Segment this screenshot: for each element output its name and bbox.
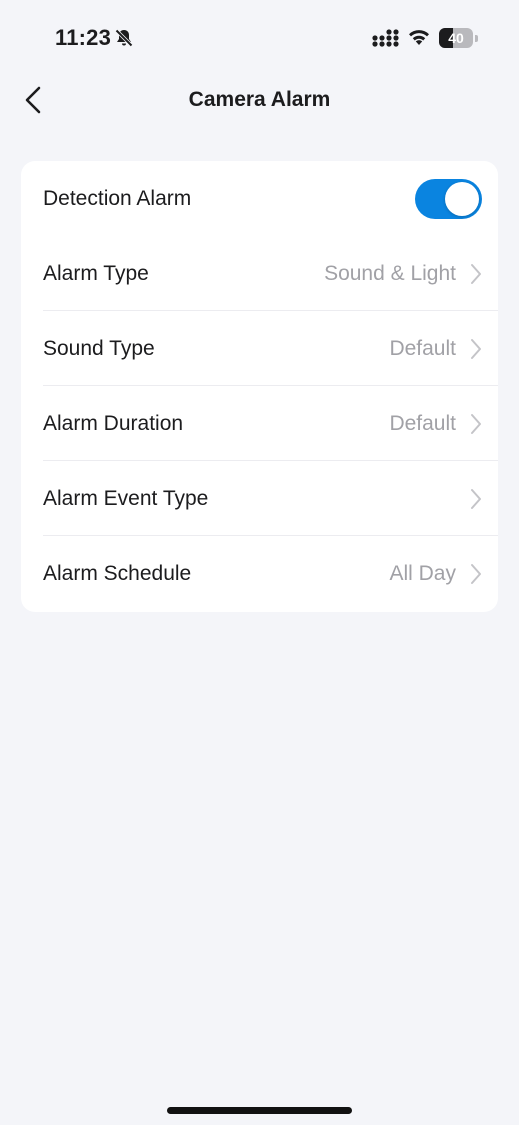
status-bar: 11:23 40 xyxy=(0,0,519,70)
status-time: 11:23 xyxy=(55,25,112,50)
bell-slash-icon xyxy=(114,28,134,48)
sound-type-label: Sound Type xyxy=(43,337,155,360)
alarm-event-type-label: Alarm Event Type xyxy=(43,487,209,510)
detection-alarm-row: Detection Alarm xyxy=(21,161,498,236)
home-indicator[interactable] xyxy=(167,1107,352,1114)
alarm-duration-row[interactable]: Alarm Duration Default xyxy=(21,386,498,461)
alarm-type-label: Alarm Type xyxy=(43,262,149,285)
alarm-event-type-row[interactable]: Alarm Event Type xyxy=(21,461,498,536)
signal-icon xyxy=(372,29,399,47)
alarm-duration-value: Default xyxy=(389,412,456,435)
wifi-icon xyxy=(409,30,429,45)
sound-type-row[interactable]: Sound Type Default xyxy=(21,311,498,386)
alarm-duration-label: Alarm Duration xyxy=(43,412,184,435)
page-title: Camera Alarm xyxy=(188,88,331,111)
chevron-right-icon xyxy=(471,339,481,359)
chevron-right-icon xyxy=(471,414,481,434)
toggle-knob xyxy=(445,182,479,216)
nav-bar: Camera Alarm xyxy=(0,70,519,130)
alarm-schedule-label: Alarm Schedule xyxy=(43,562,192,585)
alarm-schedule-row[interactable]: Alarm Schedule All Day xyxy=(21,536,498,611)
battery-level: 40 xyxy=(448,30,464,46)
battery-icon: 40 xyxy=(439,27,479,49)
chevron-left-icon xyxy=(25,86,41,114)
chevron-right-icon xyxy=(471,489,481,509)
back-button[interactable] xyxy=(18,80,54,120)
detection-alarm-label: Detection Alarm xyxy=(43,187,192,210)
sound-type-value: Default xyxy=(389,337,456,360)
detection-alarm-toggle[interactable] xyxy=(415,179,482,219)
chevron-right-icon xyxy=(471,564,481,584)
alarm-type-row[interactable]: Alarm Type Sound & Light xyxy=(21,236,498,311)
alarm-type-value: Sound & Light xyxy=(324,262,456,285)
alarm-schedule-value: All Day xyxy=(389,562,456,585)
chevron-right-icon xyxy=(471,264,481,284)
settings-card: Detection Alarm Alarm Type Sound & Light… xyxy=(21,161,498,612)
